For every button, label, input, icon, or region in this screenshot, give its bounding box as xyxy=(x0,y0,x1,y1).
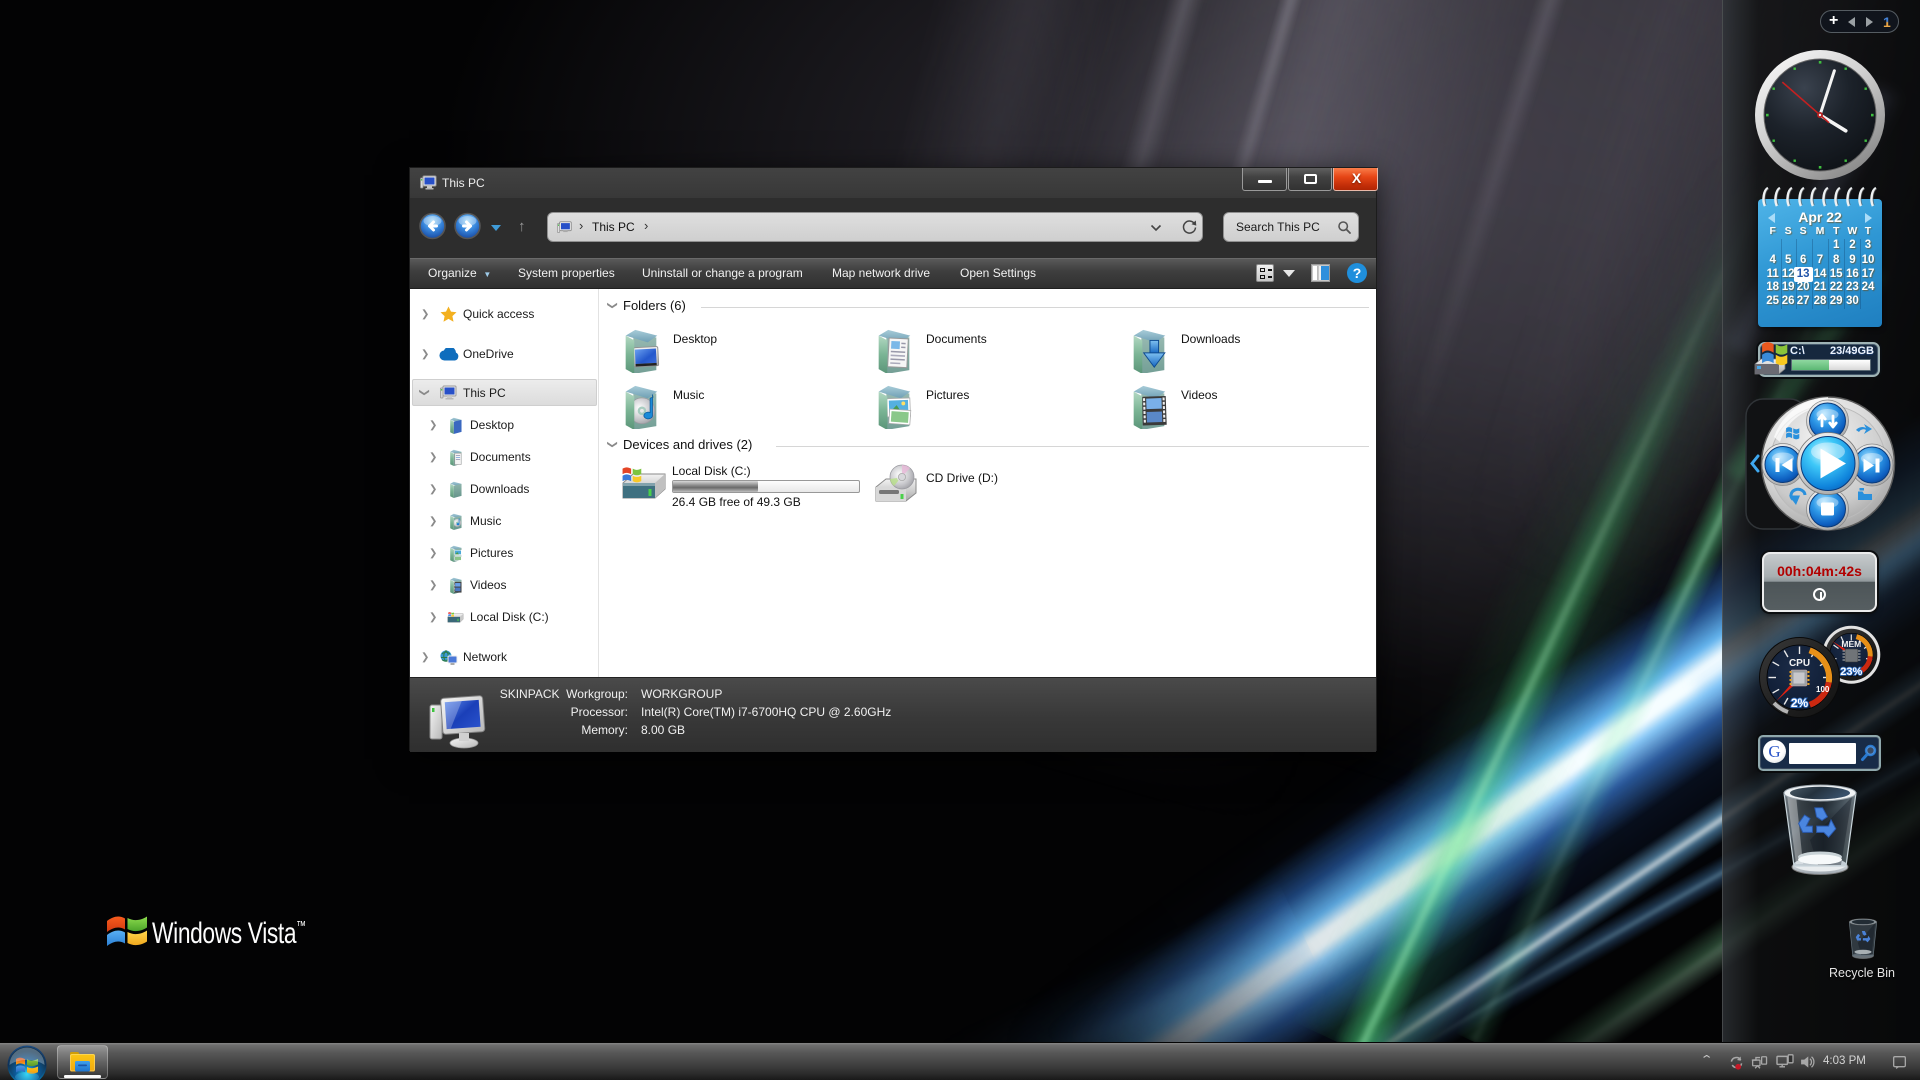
svg-text:2%: 2% xyxy=(1791,696,1809,710)
svg-text:100: 100 xyxy=(1816,685,1830,694)
svg-text:23%: 23% xyxy=(1840,666,1862,678)
svg-text:CPU: CPU xyxy=(1789,658,1810,669)
svg-text:MEM: MEM xyxy=(1841,639,1861,649)
